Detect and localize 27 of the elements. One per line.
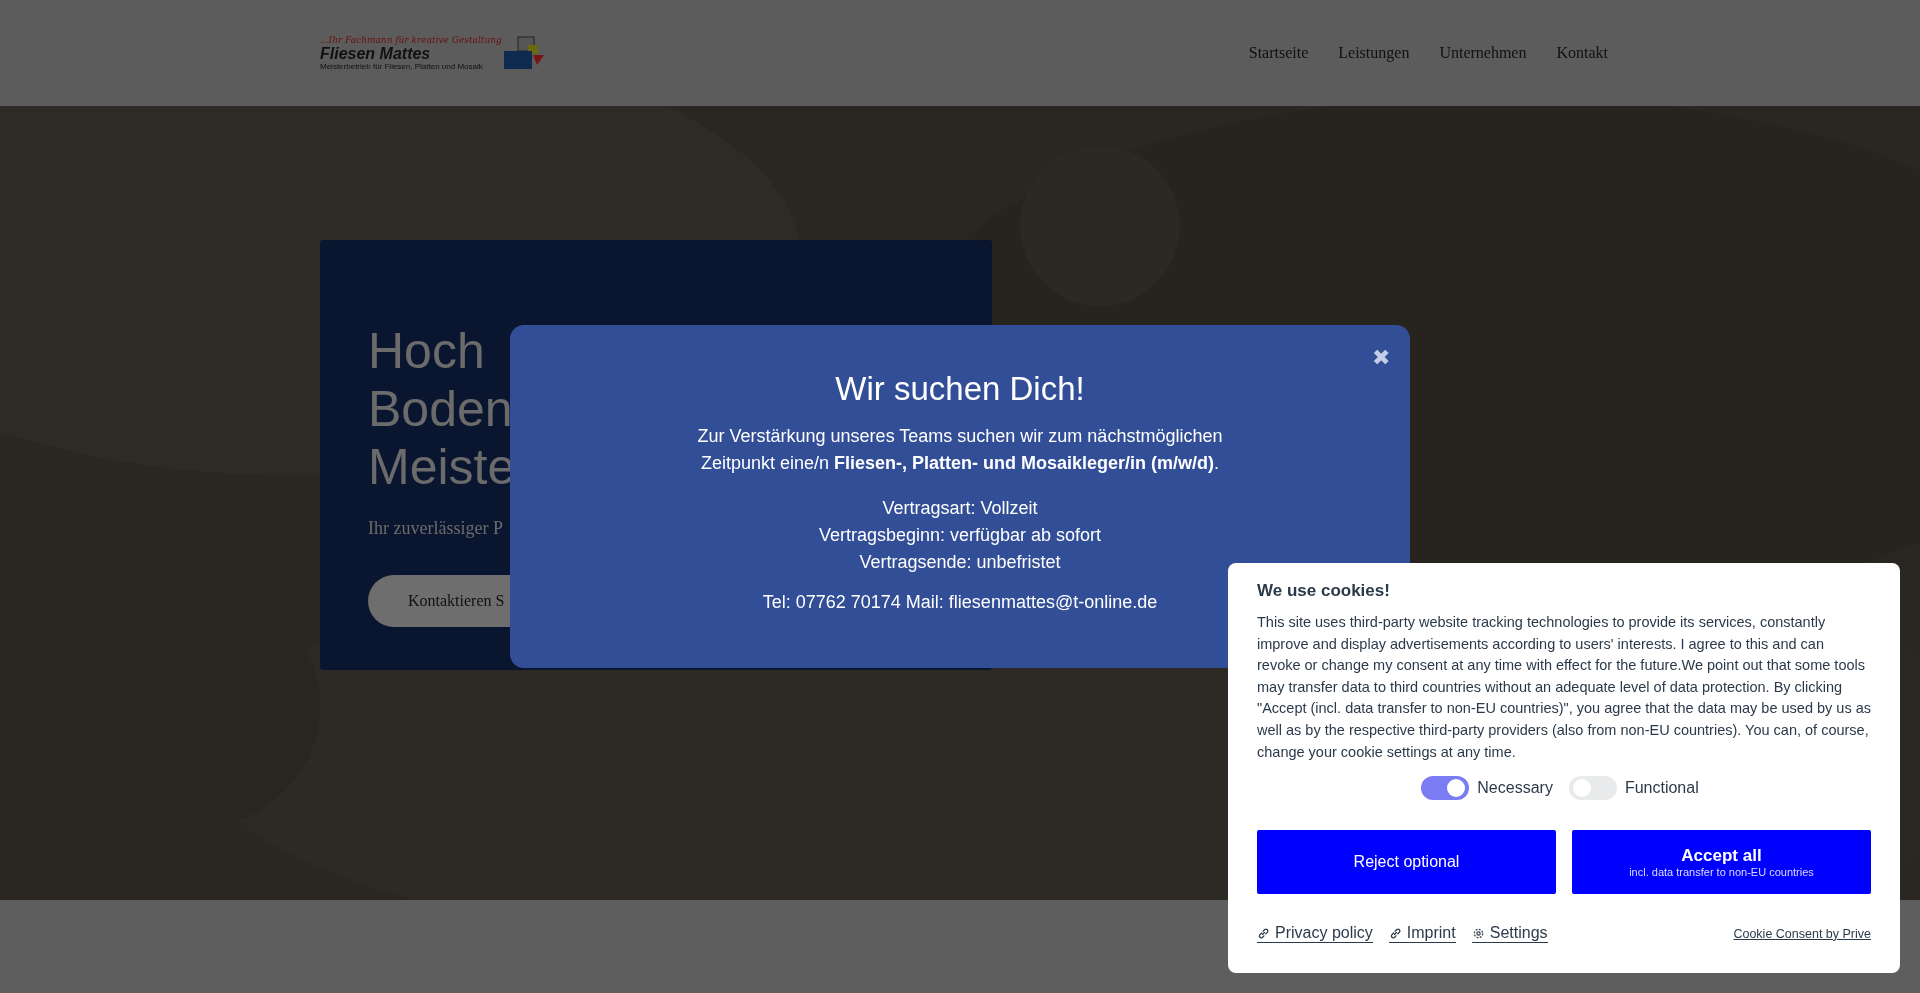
toggle-label: Functional: [1624, 779, 1699, 798]
toggle-switch[interactable]: [1421, 776, 1470, 801]
tiles-icon: [503, 35, 544, 71]
hero-subtitle: Ihr zuverlässiger P: [368, 518, 503, 539]
hero-heading: Hoch: [368, 322, 485, 380]
hero-heading: Boden: [368, 380, 513, 438]
gear-icon: [1471, 926, 1485, 940]
contract-detail: Vertragsende: unbefristet: [858, 551, 1062, 574]
credit-link[interactable]: Cookie Consent by Prive: [1733, 926, 1871, 941]
toggle-label: Necessary: [1477, 779, 1553, 798]
settings-link[interactable]: Settings: [1471, 924, 1548, 944]
reject-button[interactable]: Reject optional: [1257, 830, 1556, 895]
accept-button[interactable]: Accept all incl. data transfer to non-EU countries: [1572, 830, 1871, 895]
link-icon: [1388, 926, 1402, 940]
logo-name: Fliesen Mattes: [320, 45, 432, 62]
hero-heading: Meiste: [368, 438, 516, 496]
contract-detail: Vertragsart: Vollzeit: [881, 497, 1039, 520]
contract-detail: Vertragsbeginn: verfügbar ab sofort: [817, 524, 1103, 547]
cookie-text: This site uses third-party website tracking technologies to provide its services, constantly improve and display advertisements according to users' interests. I agree to this and can revoke or change my consent at any time with effect for the future.We point out that some tools may transfer data to third countries without an adequate level of data protection. By clicking "Accept (incl. data transfer to non-EU countries)", you agree that the data may be used by us as well as by the respective third-party providers (also from non-EU countries). You can, of course, change your cookie settings at any time.: [1257, 613, 1871, 762]
popup-title: Wir suchen Dich!: [834, 369, 1086, 409]
logo-tagline: ...Ihr Fachmann für kreative Gestaltung: [320, 35, 502, 45]
link-icon: [1257, 926, 1270, 940]
contact-info: Tel: 07762 70174 Mail: fliesenmattes@t-online.de: [761, 592, 1159, 613]
cookie-link[interactable]: Imprint: [1388, 924, 1456, 944]
popup-text: Zur Verstärkung unseres Teams suchen wir zum nächstmöglichen Zeitpunkt eine/n Fliesen-, Platten- und Mosaikleger/in (m/w/d).: [696, 425, 1224, 475]
cookie-link[interactable]: Privacy policy: [1257, 924, 1373, 944]
cookie-title: We use cookies!: [1257, 580, 1391, 602]
